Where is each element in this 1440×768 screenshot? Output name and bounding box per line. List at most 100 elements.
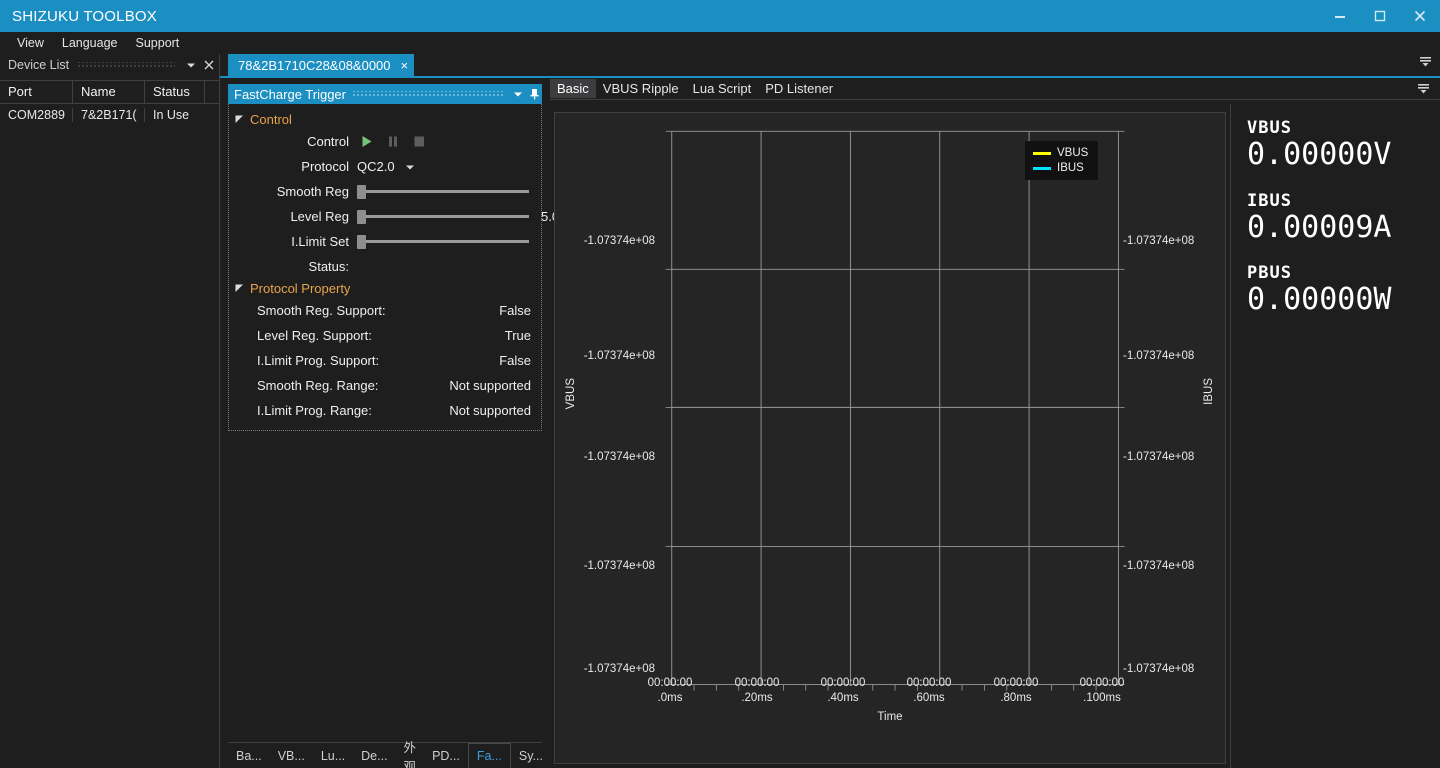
chevron-down-icon	[1418, 84, 1429, 94]
document-tab-close-icon[interactable]: ×	[401, 59, 409, 72]
tool-panel-grip[interactable]	[352, 91, 504, 97]
close-button[interactable]	[1400, 0, 1440, 32]
tool-tab-lua[interactable]: Lu...	[313, 743, 353, 768]
title-bar: SHIZUKU TOOLBOX	[0, 0, 1440, 32]
readout-label: VBUS	[1247, 118, 1292, 138]
column-header-spacer	[204, 80, 219, 104]
property-row-smooth-reg-range: Smooth Reg. Range: Not supported	[229, 373, 541, 398]
smooth-reg-slider[interactable]	[357, 184, 529, 199]
property-label-ilimit-prog-range: I.Limit Prog. Range:	[257, 403, 372, 418]
protocol-dropdown[interactable]: QC2.0	[357, 159, 415, 174]
column-header-name[interactable]: Name	[72, 80, 144, 104]
tool-tab-system[interactable]: Sy...	[511, 743, 551, 768]
tool-tab-device[interactable]: De...	[353, 743, 395, 768]
readout-label: IBUS	[1247, 190, 1292, 211]
maximize-button[interactable]	[1360, 0, 1400, 32]
chart-canvas	[665, 130, 1125, 691]
device-table-header: Port Name Status	[0, 80, 219, 104]
tab-lua-script[interactable]: Lua Script	[686, 79, 759, 98]
content-tabs-overflow-button[interactable]	[1417, 82, 1430, 100]
property-row-smooth-reg: Smooth Reg	[229, 179, 541, 204]
property-row-level-reg: Level Reg 5.000V	[229, 204, 582, 229]
property-value-level-reg-support: True	[504, 328, 531, 343]
pause-button[interactable]	[383, 133, 403, 151]
tool-tab-appearance[interactable]: 外观	[396, 741, 425, 768]
readout-value: 0.00000V	[1247, 137, 1392, 172]
column-header-port[interactable]: Port	[0, 80, 72, 104]
tool-panel-menu-button[interactable]	[510, 89, 526, 99]
play-button[interactable]	[357, 133, 377, 151]
level-reg-slider[interactable]	[357, 209, 529, 224]
tool-tab-pd[interactable]: PD...	[424, 743, 468, 768]
property-row-control: Control	[229, 129, 541, 154]
menu-bar: View Language Support	[0, 32, 1440, 54]
menu-item-view[interactable]: View	[8, 34, 53, 52]
property-group-control[interactable]: Control	[229, 110, 541, 129]
main-row: FastCharge Trigger Control Control Proto…	[220, 78, 1440, 768]
ilimit-set-slider[interactable]	[357, 234, 529, 249]
chart-and-readout: -1.07374e+08 -1.07374e+08 -1.07374e+08 -…	[550, 100, 1440, 768]
application-window: SHIZUKU TOOLBOX View Language Support De…	[0, 0, 1440, 768]
dock-close-button[interactable]	[201, 54, 217, 76]
expander-collapse-icon	[235, 284, 243, 292]
property-row-ilimit-set: I.Limit Set	[229, 229, 541, 254]
chart-panel[interactable]: -1.07374e+08 -1.07374e+08 -1.07374e+08 -…	[554, 112, 1226, 764]
document-tabs-overflow-button[interactable]	[1419, 55, 1432, 73]
property-group-label: Protocol Property	[250, 281, 351, 296]
readout-ibus: IBUS 0.00009A	[1247, 191, 1440, 246]
tool-panel-tab-strip: Ba... VB... Lu... De... 外观 PD... Fa... S…	[228, 741, 543, 768]
readout-value: 0.00009A	[1247, 209, 1392, 245]
property-value-ilimit-prog-range: Not supported	[449, 403, 531, 418]
tab-pd-listener[interactable]: PD Listener	[758, 79, 840, 98]
chevron-down-icon	[405, 165, 414, 169]
property-group-label: Control	[250, 112, 292, 127]
stop-icon	[414, 136, 424, 147]
property-label-level-reg-support: Level Reg. Support:	[257, 328, 372, 343]
readout-vbus: VBUS 0.00000V	[1247, 118, 1440, 173]
content-tab-strip: Basic VBUS Ripple Lua Script PD Listener	[550, 78, 1440, 100]
slider-track	[362, 240, 529, 243]
property-label-protocol: Protocol	[301, 159, 349, 174]
tool-tab-vbus[interactable]: VB...	[270, 743, 313, 768]
property-label-ilimit-set: I.Limit Set	[291, 234, 349, 249]
slider-track	[362, 215, 529, 218]
protocol-dropdown-value: QC2.0	[357, 159, 395, 174]
close-icon	[1414, 10, 1426, 22]
menu-item-support[interactable]: Support	[127, 34, 189, 52]
tool-panel-pin-button[interactable]	[526, 88, 542, 100]
property-value-smooth-reg-support: False	[499, 303, 531, 318]
cell-port: COM2889	[8, 108, 65, 122]
maximize-icon	[1374, 10, 1386, 22]
property-label-smooth-reg-support: Smooth Reg. Support:	[257, 303, 386, 318]
document-tab-strip: 78&2B1710C28&08&0000 ×	[220, 54, 1440, 78]
tool-tab-fastcharge[interactable]: Fa...	[467, 743, 511, 768]
stop-button[interactable]	[409, 133, 429, 151]
app-title: SHIZUKU TOOLBOX	[12, 7, 157, 25]
property-value-smooth-reg-range: Not supported	[449, 378, 531, 393]
chart-column: Basic VBUS Ripple Lua Script PD Listener	[550, 78, 1440, 768]
slider-thumb[interactable]	[357, 209, 366, 224]
slider-thumb[interactable]	[357, 234, 366, 249]
tab-vbus-ripple[interactable]: VBUS Ripple	[596, 79, 686, 98]
tab-basic[interactable]: Basic	[550, 79, 596, 98]
menu-item-language[interactable]: Language	[53, 34, 127, 52]
chart-grid	[665, 130, 1125, 691]
slider-thumb[interactable]	[357, 184, 366, 199]
measurement-readout: VBUS 0.00000V IBUS 0.00009A PBUS 0.00000…	[1230, 104, 1440, 768]
property-row-ilimit-prog-range: I.Limit Prog. Range: Not supported	[229, 398, 541, 423]
document-tab[interactable]: 78&2B1710C28&08&0000 ×	[228, 54, 415, 76]
property-label-smooth-reg: Smooth Reg	[276, 184, 349, 199]
device-list-title: Device List	[8, 58, 70, 72]
minimize-button[interactable]	[1320, 0, 1360, 32]
dock-grip[interactable]	[77, 62, 175, 68]
table-row[interactable]: COM2889 7&2B171( In Use	[0, 104, 219, 126]
property-row-protocol: Protocol QC2.0	[229, 154, 541, 179]
property-group-protocol-property[interactable]: Protocol Property	[229, 279, 541, 298]
play-icon	[362, 136, 372, 147]
column-header-status[interactable]: Status	[144, 80, 204, 104]
property-label-control: Control	[307, 134, 349, 149]
close-icon	[204, 60, 214, 70]
dock-menu-button[interactable]	[183, 54, 199, 76]
chevron-down-icon	[187, 63, 195, 68]
tool-tab-basic[interactable]: Ba...	[228, 743, 270, 768]
